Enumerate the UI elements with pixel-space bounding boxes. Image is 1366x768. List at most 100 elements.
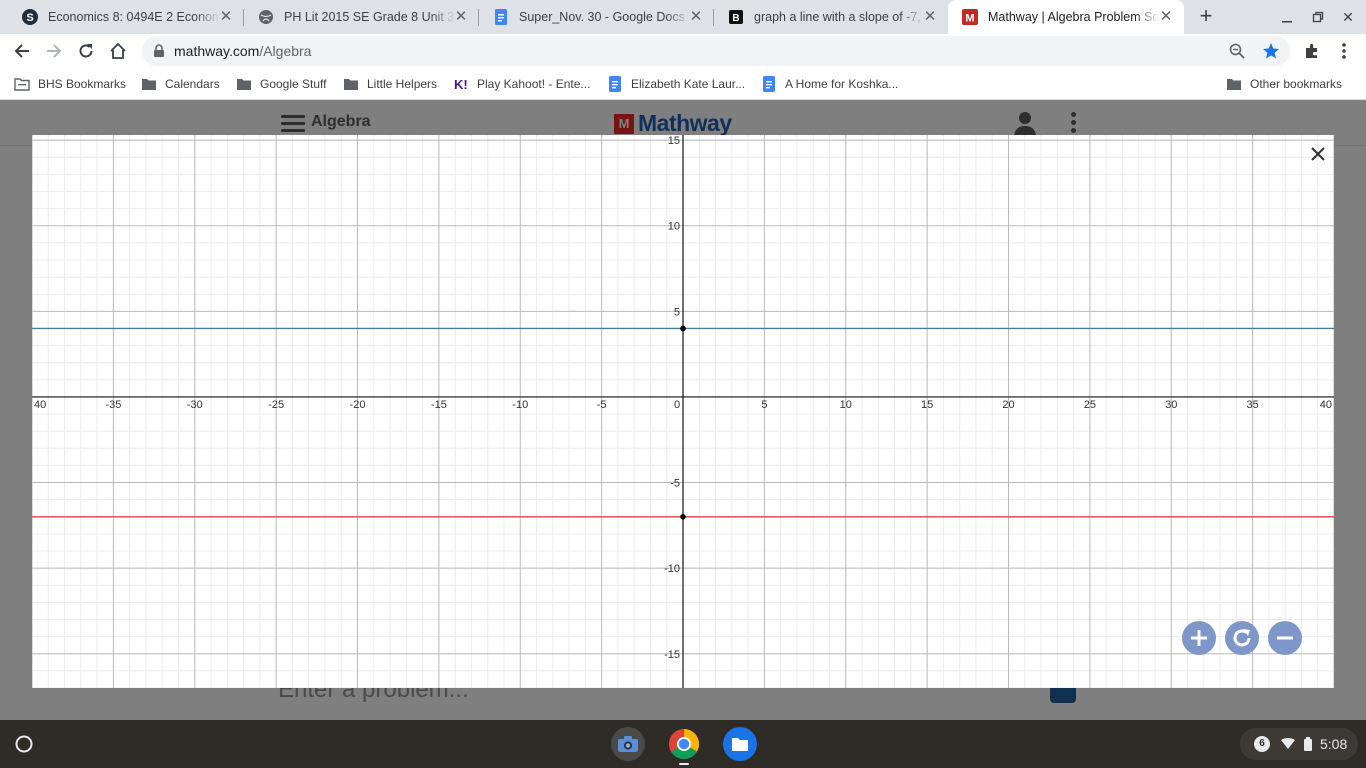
- close-tab-icon[interactable]: ✕: [453, 9, 469, 25]
- x-tick-label: -20: [350, 399, 366, 411]
- files-icon[interactable]: [723, 727, 757, 761]
- logo-text: Mathway: [638, 110, 732, 136]
- google-docs-icon: [493, 9, 509, 25]
- close-tab-icon[interactable]: ✕: [922, 9, 938, 25]
- page-menu-icon[interactable]: [1069, 112, 1077, 136]
- address-bar[interactable]: mathway.com/Algebra: [142, 36, 1290, 66]
- new-tab-button[interactable]: +: [1193, 5, 1219, 29]
- refresh-icon: [1233, 629, 1251, 647]
- x-tick-label: -30: [187, 399, 203, 411]
- launcher-icon[interactable]: [12, 732, 36, 756]
- bookmark-kahoot[interactable]: K! Play Kahoot! - Ente...: [453, 75, 590, 93]
- svg-text:S: S: [26, 12, 33, 24]
- brainly-icon: B: [728, 9, 744, 25]
- notification-badge[interactable]: 6: [1254, 736, 1270, 752]
- reload-icon[interactable]: [74, 39, 98, 63]
- y-tick-label: -10: [664, 563, 680, 575]
- x-tick-label: 0: [674, 399, 680, 411]
- x-tick-label: 5: [761, 399, 767, 411]
- bookmark-bhs[interactable]: BHS Bookmarks: [14, 75, 126, 93]
- bookmark-home-for-koshka[interactable]: A Home for Koshka...: [761, 75, 898, 93]
- mathway-logo[interactable]: M Mathway: [614, 110, 732, 137]
- y-tick-label: 10: [668, 221, 680, 233]
- back-icon[interactable]: [10, 39, 34, 63]
- restore-icon[interactable]: [1307, 6, 1329, 28]
- tab-mathway[interactable]: M Mathway | Algebra Problem Solver ✕: [948, 0, 1184, 34]
- x-tick-label: -35: [105, 399, 121, 411]
- zoom-in-button[interactable]: [1182, 621, 1216, 655]
- folder-icon: [236, 76, 252, 92]
- bookmark-star-icon[interactable]: [1262, 42, 1280, 65]
- x-tick-label: 20: [1002, 399, 1014, 411]
- more-menu-icon[interactable]: [1332, 39, 1356, 63]
- graph-plot[interactable]: 40 -35 -30 -25 -20 -15 -10 -5 0 5 10 15 20 25 30 35 40 1…: [32, 135, 1334, 688]
- tab-title: PH Lit 2015 SE Grade 8 Unit 3: [284, 10, 455, 24]
- bookmarks-bar: BHS Bookmarks Calendars Google Stuff Lit…: [0, 68, 1366, 100]
- svg-text:K!: K!: [454, 77, 468, 92]
- bookmark-google-stuff[interactable]: Google Stuff: [236, 75, 327, 93]
- bookmark-little-helpers[interactable]: Little Helpers: [343, 75, 437, 93]
- x-tick-label: 15: [921, 399, 933, 411]
- folder-icon: [14, 76, 30, 92]
- active-app-indicator: [679, 763, 689, 765]
- forward-icon[interactable]: [42, 39, 66, 63]
- y-intercept-point-2: [680, 513, 686, 520]
- tab-economics[interactable]: S Economics 8: 0494E 2 Economics ✕: [8, 0, 244, 34]
- minimize-icon[interactable]: [1276, 6, 1298, 28]
- tab-title: Economics 8: 0494E 2 Economics: [48, 10, 220, 24]
- y-tick-label: 15: [668, 135, 680, 147]
- x-tick-label: -5: [597, 399, 607, 411]
- close-tab-icon[interactable]: ✕: [1158, 9, 1174, 25]
- zoom-icon[interactable]: [1229, 43, 1245, 64]
- y-intercept-point-1: [680, 325, 686, 332]
- google-docs-icon: [607, 76, 623, 92]
- hamburger-menu-icon[interactable]: [281, 115, 305, 133]
- battery-icon: [1304, 737, 1312, 751]
- close-tab-icon[interactable]: ✕: [688, 9, 704, 25]
- tab-ph-lit[interactable]: PH Lit 2015 SE Grade 8 Unit 3 ✕: [244, 0, 479, 34]
- bookmark-calendars[interactable]: Calendars: [141, 75, 220, 93]
- folder-icon: [343, 76, 359, 92]
- globe-icon: [258, 9, 274, 25]
- camera-icon[interactable]: [611, 727, 645, 761]
- plus-icon: [1191, 630, 1207, 646]
- lock-icon[interactable]: [153, 44, 165, 63]
- os-shelf: 6 5:08: [0, 720, 1366, 768]
- bookmark-elizabeth-kate[interactable]: Elizabeth Kate Laur...: [607, 75, 745, 93]
- svg-text:M: M: [965, 13, 974, 25]
- x-tick-label: -10: [512, 399, 528, 411]
- close-tab-icon[interactable]: ✕: [218, 9, 234, 25]
- home-icon[interactable]: [106, 39, 130, 63]
- tab-strip: S Economics 8: 0494E 2 Economics ✕ PH Li…: [0, 0, 1366, 34]
- section-title: Algebra: [311, 113, 371, 130]
- close-graph-icon[interactable]: [1306, 142, 1330, 166]
- tab-title: Mathway | Algebra Problem Solver: [988, 10, 1160, 24]
- x-tick-label: 40: [1320, 399, 1332, 411]
- close-window-icon[interactable]: ✕: [1337, 6, 1359, 28]
- x-tick-label: 35: [1247, 399, 1259, 411]
- x-tick-label: 30: [1165, 399, 1177, 411]
- user-icon[interactable]: [1012, 110, 1038, 138]
- wifi-icon: [1280, 738, 1296, 750]
- chrome-icon[interactable]: [667, 727, 701, 761]
- status-tray[interactable]: 6 5:08: [1240, 728, 1358, 760]
- tab-title: Super_Nov. 30 - Google Docs: [519, 10, 685, 24]
- x-tick-label: 25: [1084, 399, 1096, 411]
- extensions-icon[interactable]: [1300, 39, 1324, 63]
- tab-brainly[interactable]: B graph a line with a slope of -7, 4 ✕: [714, 0, 948, 34]
- x-tick-label: 10: [840, 399, 852, 411]
- svg-text:B: B: [732, 13, 739, 24]
- x-tick-label: 40: [34, 399, 46, 411]
- y-tick-label: -15: [664, 649, 680, 661]
- reset-view-button[interactable]: [1225, 621, 1259, 655]
- folder-icon: [141, 76, 157, 92]
- zoom-out-button[interactable]: [1268, 621, 1302, 655]
- other-bookmarks[interactable]: Other bookmarks: [1226, 75, 1342, 93]
- y-tick-label: -5: [670, 478, 680, 490]
- kahoot-icon: K!: [453, 76, 469, 92]
- x-tick-label: -15: [431, 399, 447, 411]
- y-tick-label: 5: [674, 306, 680, 318]
- graph-modal[interactable]: 40 -35 -30 -25 -20 -15 -10 -5 0 5 10 15 20 25 30 35 40 1…: [32, 135, 1334, 688]
- x-tick-label: -25: [268, 399, 284, 411]
- tab-google-docs[interactable]: Super_Nov. 30 - Google Docs ✕: [479, 0, 714, 34]
